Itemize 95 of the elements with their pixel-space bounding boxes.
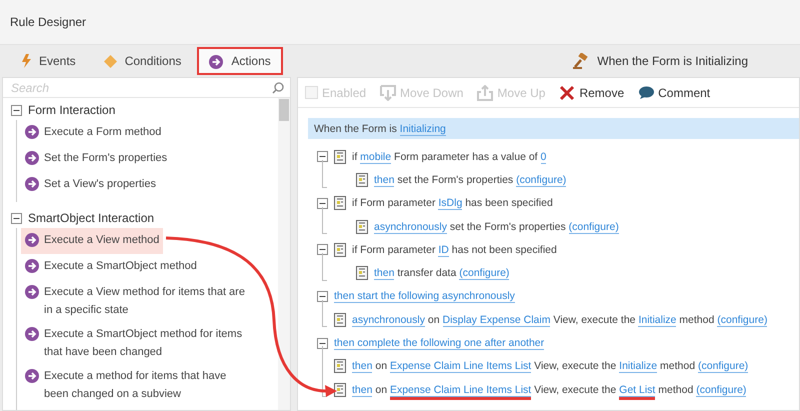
rule-link[interactable]: then [374, 174, 394, 187]
rule-text: When the Form is [314, 122, 397, 134]
rule-text: method [660, 360, 696, 372]
rule-text: on [375, 384, 388, 396]
rule-text: has not been specified [452, 244, 557, 256]
document-icon [334, 150, 346, 164]
toolbar-button[interactable]: Remove [556, 84, 628, 100]
rule-link[interactable]: then start the following asynchronously [334, 290, 515, 304]
tree-item[interactable]: Execute a View method for items that are in a specific state [21, 280, 257, 322]
move-up-icon [477, 84, 494, 100]
document-icon [356, 266, 368, 280]
tab[interactable]: Events [10, 47, 88, 75]
collapse-icon[interactable] [317, 244, 328, 256]
tree-item[interactable]: Execute a SmartObject method [21, 254, 257, 280]
rule-link[interactable]: asynchronously [374, 220, 447, 234]
rule-link[interactable]: Initializing [400, 122, 446, 136]
document-icon [356, 220, 368, 234]
arrow-circle-icon [25, 327, 39, 341]
rule-text: on [375, 360, 388, 372]
rule-link[interactable]: Display Expense Claim [442, 314, 550, 327]
rule-link[interactable]: Expense Claim Line Items List [390, 384, 532, 397]
rule-link[interactable]: Initialize [619, 360, 658, 374]
tree-group-label: SmartObject Interaction [28, 211, 154, 225]
rule-title: When the Form is Initializing [597, 54, 748, 68]
tree-group-label: Form Interaction [28, 103, 116, 117]
document-icon [356, 172, 368, 187]
rule-link[interactable]: then [374, 267, 394, 280]
rule-link[interactable]: IsDlg [438, 197, 462, 210]
arrow-circle-icon [25, 285, 39, 299]
collapse-icon[interactable] [11, 104, 22, 116]
rule-link[interactable]: (configure) [459, 267, 510, 280]
rule-text: View, execute the [534, 360, 616, 372]
rule-text: set the Form's properties [450, 220, 566, 233]
rule-link[interactable]: Initialize [638, 314, 676, 327]
rule-text: on [428, 314, 440, 326]
rule-text: View, execute the [534, 384, 616, 396]
document-icon [334, 359, 346, 374]
collapse-icon[interactable] [317, 338, 328, 349]
tree-item[interactable]: Execute a Form method [21, 120, 257, 146]
arrow-circle-icon [25, 125, 39, 139]
scrollbar[interactable] [278, 98, 290, 410]
tab[interactable]: Actions [197, 47, 283, 75]
rule-link[interactable]: (configure) [696, 384, 746, 397]
arrow-circle-icon [25, 151, 39, 165]
rule-text: has been specified [465, 197, 553, 210]
rule-link[interactable]: then [352, 360, 372, 374]
speech-bubble-icon [638, 86, 654, 100]
rule-text: if [352, 150, 358, 163]
collapse-icon[interactable] [11, 212, 22, 224]
document-icon [334, 312, 346, 327]
rule-link[interactable]: 0 [540, 150, 546, 164]
diamond-icon [104, 54, 117, 68]
move-down-icon [380, 84, 396, 100]
rule-link[interactable]: asynchronously [352, 314, 425, 327]
rule-link[interactable]: then [352, 384, 372, 397]
tree-item[interactable]: Set the Form's properties [21, 146, 257, 172]
lightning-icon [22, 54, 31, 68]
rule-text: set the Form's properties [397, 174, 514, 186]
tree-item[interactable]: Execute a method for items that have been changed on a subview [21, 364, 257, 406]
rule-link[interactable]: then complete the following one after another [334, 337, 544, 350]
rule-link[interactable]: (configure) [717, 314, 768, 327]
rule-text: if Form parameter [352, 244, 436, 256]
collapse-icon[interactable] [317, 290, 328, 302]
rule-text: transfer data [397, 267, 456, 280]
tab[interactable]: Conditions [92, 47, 194, 75]
window-title: Rule Designer [10, 15, 86, 29]
rule-text: View, execute the [553, 314, 636, 326]
collapse-icon[interactable] [317, 198, 328, 209]
rule-link[interactable]: Expense Claim Line Items List [390, 360, 532, 374]
rule-link[interactable]: (configure) [698, 360, 748, 374]
tree-item[interactable]: Set a View's properties [21, 172, 257, 198]
rule-link[interactable]: Get List [619, 384, 656, 397]
rule-link[interactable]: ID [438, 244, 449, 257]
arrow-circle-icon [25, 233, 39, 247]
tree-item[interactable]: Execute a View method [21, 228, 164, 254]
rule-link[interactable]: (configure) [568, 220, 619, 234]
toolbar-button[interactable]: Comment [635, 86, 714, 100]
gavel-icon [573, 53, 590, 69]
tree-item[interactable]: Execute a SmartObject method for items that have been changed [21, 322, 257, 364]
arrow-circle-icon [25, 259, 39, 273]
rule-text: method [658, 384, 694, 396]
rule-text: Form parameter has a value of [394, 150, 538, 163]
collapse-icon[interactable] [317, 151, 328, 162]
document-icon [334, 242, 346, 257]
rule-link[interactable]: (configure) [516, 174, 566, 187]
document-icon [334, 196, 346, 210]
document-icon [334, 382, 346, 397]
rule-text: method [679, 314, 714, 326]
arrow-circle-icon [25, 177, 39, 191]
rule-link[interactable]: mobile [360, 150, 392, 164]
rule-text: if Form parameter [352, 197, 436, 210]
search-icon [272, 82, 284, 94]
arrow-circle-icon [209, 55, 224, 69]
close-icon [559, 84, 576, 100]
arrow-circle-icon [25, 369, 39, 383]
